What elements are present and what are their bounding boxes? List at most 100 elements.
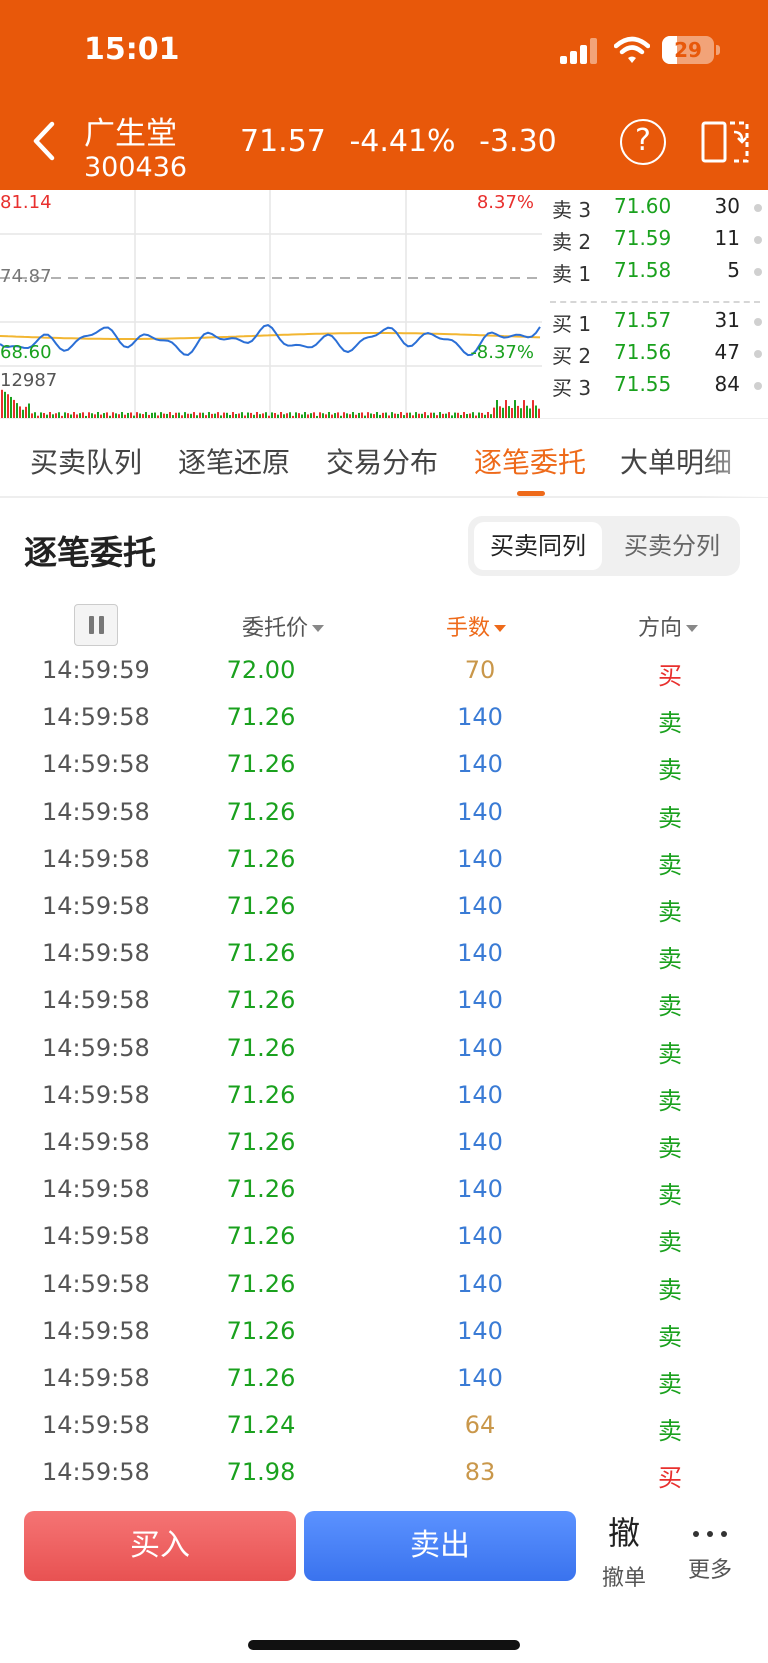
order-volume: 140 <box>457 1269 503 1298</box>
order-book-row[interactable]: 卖 1 71.58 5 <box>542 258 768 288</box>
order-volume: 83 <box>464 1458 496 1487</box>
stock-price: 71.57 <box>240 124 326 159</box>
order-row[interactable]: 14:59:58 71.26 140 卖 <box>0 1364 768 1411</box>
order-row[interactable]: 14:59:58 71.26 140 卖 <box>0 1128 768 1175</box>
order-row[interactable]: 14:59:58 71.26 140 卖 <box>0 892 768 939</box>
order-row[interactable]: 14:59:58 71.26 140 卖 <box>0 703 768 750</box>
order-row[interactable]: 14:59:58 71.26 140 卖 <box>0 1222 768 1269</box>
order-row[interactable]: 14:59:59 72.00 70 买 <box>0 656 768 703</box>
toggle-split-column[interactable]: 买卖分列 <box>608 522 736 570</box>
back-arrow-icon[interactable] <box>26 118 60 164</box>
order-time: 14:59:58 <box>42 1033 150 1062</box>
volume-bar <box>529 408 531 418</box>
tab-4[interactable]: 逐笔委托 <box>474 441 586 481</box>
volume-bar <box>493 407 495 418</box>
buy-button[interactable]: 买入 <box>24 1511 296 1581</box>
chart-volume: 12987 <box>0 370 58 391</box>
order-time: 14:59:58 <box>42 1411 150 1440</box>
column-volume-sort[interactable]: 手数 <box>446 610 507 642</box>
order-row[interactable]: 14:59:58 71.26 140 卖 <box>0 1175 768 1222</box>
order-direction: 买 <box>658 1464 682 1493</box>
volume-bar <box>508 406 510 418</box>
chart-low-pct: -8.37% <box>470 342 534 363</box>
order-book-row[interactable]: 卖 3 71.60 30 <box>542 194 768 224</box>
tab-1[interactable]: 买卖队列 <box>30 441 142 481</box>
order-time: 14:59:58 <box>42 1128 150 1156</box>
order-price: 71.26 <box>226 1364 296 1392</box>
order-row[interactable]: 14:59:58 71.26 140 卖 <box>0 1081 768 1128</box>
tab-2[interactable]: 逐笔还原 <box>178 441 290 481</box>
order-row[interactable]: 14:59:58 71.24 64 卖 <box>0 1411 768 1458</box>
stock-change-pct: -4.41% <box>349 124 456 159</box>
intraday-chart-svg <box>0 190 542 418</box>
order-row[interactable]: 14:59:58 71.26 140 卖 <box>0 986 768 1033</box>
home-indicator[interactable] <box>248 1640 520 1650</box>
order-row[interactable]: 14:59:58 71.26 140 卖 <box>0 750 768 797</box>
order-time: 14:59:58 <box>42 703 150 732</box>
order-volume: 140 <box>457 1175 503 1204</box>
chart-low-price: 68.60 <box>0 342 52 363</box>
order-row[interactable]: 14:59:58 71.26 140 卖 <box>0 939 768 986</box>
order-time: 14:59:58 <box>42 1222 150 1251</box>
order-book-row[interactable]: 买 2 71.56 47 <box>542 340 768 370</box>
order-volume: 140 <box>457 797 503 826</box>
volume-bar <box>16 403 18 418</box>
order-direction: 卖 <box>658 1181 682 1210</box>
order-volume: 140 <box>457 1128 503 1156</box>
order-volume: 140 <box>457 1222 503 1251</box>
order-price: 71.26 <box>226 750 296 779</box>
order-book-row[interactable]: 买 3 71.55 84 <box>542 372 768 402</box>
order-volume: 140 <box>457 844 503 873</box>
sell-button[interactable]: 卖出 <box>304 1511 576 1581</box>
column-direction-sort[interactable]: 方向 <box>638 610 699 642</box>
help-icon[interactable]: ? <box>620 119 666 165</box>
column-price-sort[interactable]: 委托价 <box>242 610 325 642</box>
order-book-volume: 11 <box>714 226 740 250</box>
order-row[interactable]: 14:59:58 71.26 140 卖 <box>0 1317 768 1364</box>
trade-bar: 买入 卖出 撤 撤单 更多 <box>0 1500 768 1663</box>
volume-bar <box>535 405 537 418</box>
order-volume: 140 <box>457 986 503 1015</box>
order-book-level: 卖 1 <box>552 262 592 286</box>
order-direction: 卖 <box>658 1228 682 1257</box>
cancel-order-button[interactable]: 撤 撤单 <box>592 1508 656 1591</box>
order-row[interactable]: 14:59:58 71.26 140 卖 <box>0 1270 768 1317</box>
order-direction: 卖 <box>658 1134 682 1162</box>
order-row[interactable]: 14:59:58 71.26 140 卖 <box>0 798 768 845</box>
sort-caret-icon <box>312 625 325 632</box>
order-book-volume: 5 <box>727 258 740 282</box>
cellular-signal-icon <box>560 38 598 64</box>
pause-button[interactable] <box>74 604 118 646</box>
order-volume: 140 <box>457 1033 503 1062</box>
order-volume: 140 <box>457 703 503 732</box>
order-book-price: 71.56 <box>614 340 672 364</box>
tab-5[interactable]: 大单明细 <box>620 441 732 481</box>
volume-bar <box>526 405 528 418</box>
order-row[interactable]: 14:59:58 71.26 140 卖 <box>0 845 768 892</box>
order-book-level: 买 2 <box>552 344 592 368</box>
volume-bar <box>4 391 6 418</box>
order-book-row[interactable]: 卖 2 71.59 11 <box>542 226 768 256</box>
order-price: 71.24 <box>226 1411 296 1440</box>
order-row[interactable]: 14:59:58 71.98 83 买 <box>0 1458 768 1505</box>
order-price: 71.26 <box>226 1033 296 1062</box>
section-title: 逐笔委托 <box>24 533 156 572</box>
toggle-same-column[interactable]: 买卖同列 <box>474 522 602 570</box>
order-direction: 卖 <box>658 850 682 879</box>
intraday-chart[interactable]: 81.14 8.37% 74.87 68.60 -8.37% 12987 <box>0 190 542 418</box>
order-book-level: 卖 2 <box>552 230 592 254</box>
view-toggle: 买卖同列 买卖分列 <box>468 516 740 576</box>
order-direction: 卖 <box>658 1039 682 1068</box>
wifi-icon <box>614 36 650 63</box>
order-book-price: 71.59 <box>614 226 672 250</box>
landscape-switch-icon[interactable] <box>700 118 752 164</box>
more-button[interactable]: 更多 <box>678 1508 742 1588</box>
pause-icon <box>89 616 94 634</box>
order-book-row[interactable]: 买 1 71.57 31 <box>542 308 768 338</box>
order-volume: 140 <box>457 939 503 968</box>
tab-3[interactable]: 交易分布 <box>326 441 438 481</box>
order-price: 71.26 <box>226 892 296 920</box>
order-row[interactable]: 14:59:58 71.26 140 卖 <box>0 1034 768 1081</box>
order-direction: 卖 <box>658 709 682 738</box>
order-price: 71.26 <box>226 797 296 826</box>
